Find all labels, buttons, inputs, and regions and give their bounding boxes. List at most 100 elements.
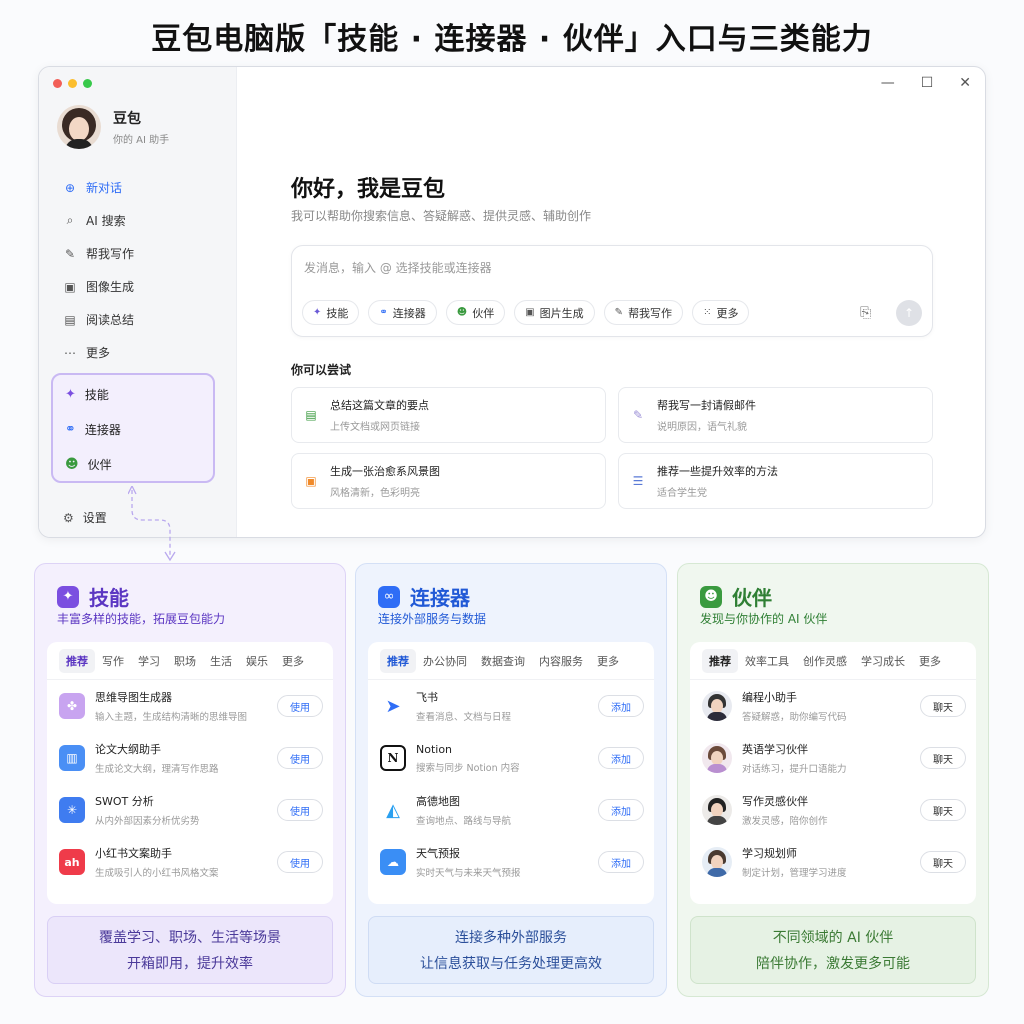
list-item[interactable]: 学习规划师 制定计划，管理学习进度 聊天 bbox=[690, 836, 976, 888]
sidebar-item-ai-search[interactable]: ⌕ AI 搜索 bbox=[51, 204, 225, 237]
zoom-dot[interactable] bbox=[83, 79, 92, 88]
sidebar-item-new-chat[interactable]: ⊕ 新对话 bbox=[51, 171, 225, 204]
sidebar-item-partners[interactable]: ☻ 伙伴 bbox=[53, 447, 213, 482]
sidebar-item-label: 帮我写作 bbox=[86, 247, 135, 261]
tab-office[interactable]: 办公协同 bbox=[416, 649, 474, 673]
tab-study[interactable]: 学习 bbox=[131, 649, 167, 673]
chip-label: 图片生成 bbox=[539, 306, 584, 320]
sidebar-item-skills[interactable]: ✦ 技能 bbox=[53, 377, 213, 412]
list-item[interactable]: ☁ 天气预报 实时天气与未来天气预报 添加 bbox=[368, 836, 654, 888]
item-desc: 生成吸引人的小红书风格文案 bbox=[95, 868, 219, 879]
list-item[interactable]: N Notion 搜索与同步 Notion 内容 添加 bbox=[368, 732, 654, 784]
chip-writing[interactable]: ✎ 帮我写作 bbox=[603, 300, 684, 325]
close-button[interactable]: ✕ bbox=[959, 75, 971, 91]
tab-creative[interactable]: 创作灵感 bbox=[796, 649, 854, 673]
tab-recommended[interactable]: 推荐 bbox=[380, 648, 416, 673]
add-button[interactable]: 添加 bbox=[598, 851, 644, 873]
suggestion-card[interactable]: ☰ 推荐一些提升效率的方法 适合学生党 bbox=[618, 453, 933, 509]
chat-button[interactable]: 聊天 bbox=[920, 799, 966, 821]
tab-more[interactable]: 更多 bbox=[590, 649, 626, 673]
chip-image-gen[interactable]: ▣ 图片生成 bbox=[514, 300, 595, 325]
profile-name: 豆包 bbox=[113, 111, 141, 127]
item-desc: 从内外部因素分析优劣势 bbox=[95, 816, 200, 827]
suggestion-card[interactable]: ✎ 帮我写一封请假邮件 说明原因，语气礼貌 bbox=[618, 387, 933, 443]
suggestion-title: 生成一张治愈系风景图 bbox=[330, 465, 440, 478]
list-item[interactable]: 写作灵感伙伴 激发灵感，陪你创作 聊天 bbox=[690, 784, 976, 836]
add-button[interactable]: 添加 bbox=[598, 695, 644, 717]
tab-life[interactable]: 生活 bbox=[203, 649, 239, 673]
sidebar: 豆包 你的 AI 助手 ⊕ 新对话 ⌕ AI 搜索 ✎ 帮我写作 ▣ 图像生成 … bbox=[39, 67, 237, 537]
minimize-button[interactable]: — bbox=[881, 75, 895, 91]
list-item[interactable]: ah 小红书文案助手 生成吸引人的小红书风格文案 使用 bbox=[47, 836, 333, 888]
footer-line: 连接多种外部服务 bbox=[455, 930, 567, 946]
swot-icon: ✳ bbox=[59, 797, 85, 823]
list-item[interactable]: 英语学习伙伴 对话练习，提升口语能力 聊天 bbox=[690, 732, 976, 784]
add-button[interactable]: 添加 bbox=[598, 747, 644, 769]
item-desc: 生成论文大纲，理清写作思路 bbox=[95, 764, 219, 775]
item-desc: 实时天气与未来天气预报 bbox=[416, 868, 521, 879]
minimize-dot[interactable] bbox=[68, 79, 77, 88]
footer-line: 陪伴协作，激发更多可能 bbox=[756, 956, 910, 972]
list-item[interactable]: 编程小助手 答疑解惑，助你编写代码 聊天 bbox=[690, 680, 976, 732]
message-composer[interactable]: 发消息，输入 @ 选择技能或连接器 ✦ 技能 ⚭ 连接器 ☻ 伙伴 ▣ 图片生成 ✎ 帮我… bbox=[291, 245, 933, 337]
list-item[interactable]: ✳ SWOT 分析 从内外部因素分析优劣势 使用 bbox=[47, 784, 333, 836]
maximize-button[interactable]: ☐ bbox=[921, 75, 934, 91]
tab-recommended[interactable]: 推荐 bbox=[59, 648, 95, 673]
panel-title: 技能 bbox=[89, 586, 129, 610]
sidebar-item-image-gen[interactable]: ▣ 图像生成 bbox=[51, 270, 225, 303]
chip-label: 帮我写作 bbox=[628, 306, 673, 320]
avatar bbox=[702, 743, 732, 773]
image-icon: ▣ bbox=[305, 474, 317, 488]
tab-data-query[interactable]: 数据查询 bbox=[474, 649, 532, 673]
chat-button[interactable]: 聊天 bbox=[920, 695, 966, 717]
tab-work[interactable]: 职场 bbox=[167, 649, 203, 673]
chip-more[interactable]: ⁙ 更多 bbox=[692, 300, 750, 325]
tab-entertainment[interactable]: 娱乐 bbox=[239, 649, 275, 673]
pen-icon: ✎ bbox=[614, 307, 624, 318]
add-button[interactable]: 添加 bbox=[598, 799, 644, 821]
sidebar-item-settings[interactable]: ⚙ 设置 bbox=[63, 509, 107, 526]
suggestion-sub: 上传文档或网页链接 bbox=[330, 422, 420, 433]
chip-connectors[interactable]: ⚭ 连接器 bbox=[368, 300, 437, 325]
message-input[interactable]: 发消息，输入 @ 选择技能或连接器 bbox=[304, 259, 492, 276]
sidebar-item-more[interactable]: ⋯ 更多 bbox=[51, 336, 225, 369]
paperclip-icon[interactable]: ⎘ bbox=[860, 305, 871, 321]
use-button[interactable]: 使用 bbox=[277, 695, 323, 717]
suggestion-card[interactable]: ▣ 生成一张治愈系风景图 风格清新，色彩明亮 bbox=[291, 453, 606, 509]
sidebar-item-connectors[interactable]: ⚭ 连接器 bbox=[53, 412, 213, 447]
tab-writing[interactable]: 写作 bbox=[95, 649, 131, 673]
more-icon: ⋯ bbox=[64, 345, 76, 360]
suggestion-card[interactable]: ▤ 总结这篇文章的要点 上传文档或网页链接 bbox=[291, 387, 606, 443]
avatar bbox=[57, 105, 101, 149]
window-controls: — ☐ ✕ bbox=[881, 75, 971, 91]
tab-growth[interactable]: 学习成长 bbox=[854, 649, 912, 673]
tab-content[interactable]: 内容服务 bbox=[532, 649, 590, 673]
use-button[interactable]: 使用 bbox=[277, 747, 323, 769]
chat-button[interactable]: 聊天 bbox=[920, 851, 966, 873]
dashed-arrow bbox=[128, 486, 176, 562]
chip-partners[interactable]: ☻ 伙伴 bbox=[445, 300, 506, 325]
item-name: 编程小助手 bbox=[742, 691, 797, 704]
sidebar-item-reading[interactable]: ▤ 阅读总结 bbox=[51, 303, 225, 336]
list-item[interactable]: ✤ 思维导图生成器 输入主题，生成结构清晰的思维导图 使用 bbox=[47, 680, 333, 732]
list-item[interactable]: ▥ 论文大纲助手 生成论文大纲，理清写作思路 使用 bbox=[47, 732, 333, 784]
chip-label: 技能 bbox=[326, 306, 349, 320]
sidebar-item-writing[interactable]: ✎ 帮我写作 bbox=[51, 237, 225, 270]
panel-card: 推荐 办公协同 数据查询 内容服务 更多 ➤ 飞书 查看消息、文档与日程 添加 N… bbox=[368, 642, 654, 904]
tab-recommended[interactable]: 推荐 bbox=[702, 648, 738, 673]
use-button[interactable]: 使用 bbox=[277, 851, 323, 873]
use-button[interactable]: 使用 bbox=[277, 799, 323, 821]
send-button[interactable]: ↑ bbox=[896, 300, 922, 326]
item-name: 论文大纲助手 bbox=[95, 743, 161, 756]
tab-more[interactable]: 更多 bbox=[275, 649, 311, 673]
tab-more[interactable]: 更多 bbox=[912, 649, 948, 673]
chat-button[interactable]: 聊天 bbox=[920, 747, 966, 769]
list-item[interactable]: ◭ 高德地图 查询地点、路线与导航 添加 bbox=[368, 784, 654, 836]
chip-skills[interactable]: ✦ 技能 bbox=[302, 300, 360, 325]
list-item[interactable]: ➤ 飞书 查看消息、文档与日程 添加 bbox=[368, 680, 654, 732]
item-desc: 激发灵感，陪你创作 bbox=[742, 816, 828, 827]
close-dot[interactable] bbox=[53, 79, 62, 88]
suggestion-cards: ▤ 总结这篇文章的要点 上传文档或网页链接 ✎ 帮我写一封请假邮件 说明原因，语气礼… bbox=[291, 387, 933, 509]
tab-efficiency[interactable]: 效率工具 bbox=[738, 649, 796, 673]
profile[interactable]: 豆包 你的 AI 助手 bbox=[57, 105, 169, 149]
